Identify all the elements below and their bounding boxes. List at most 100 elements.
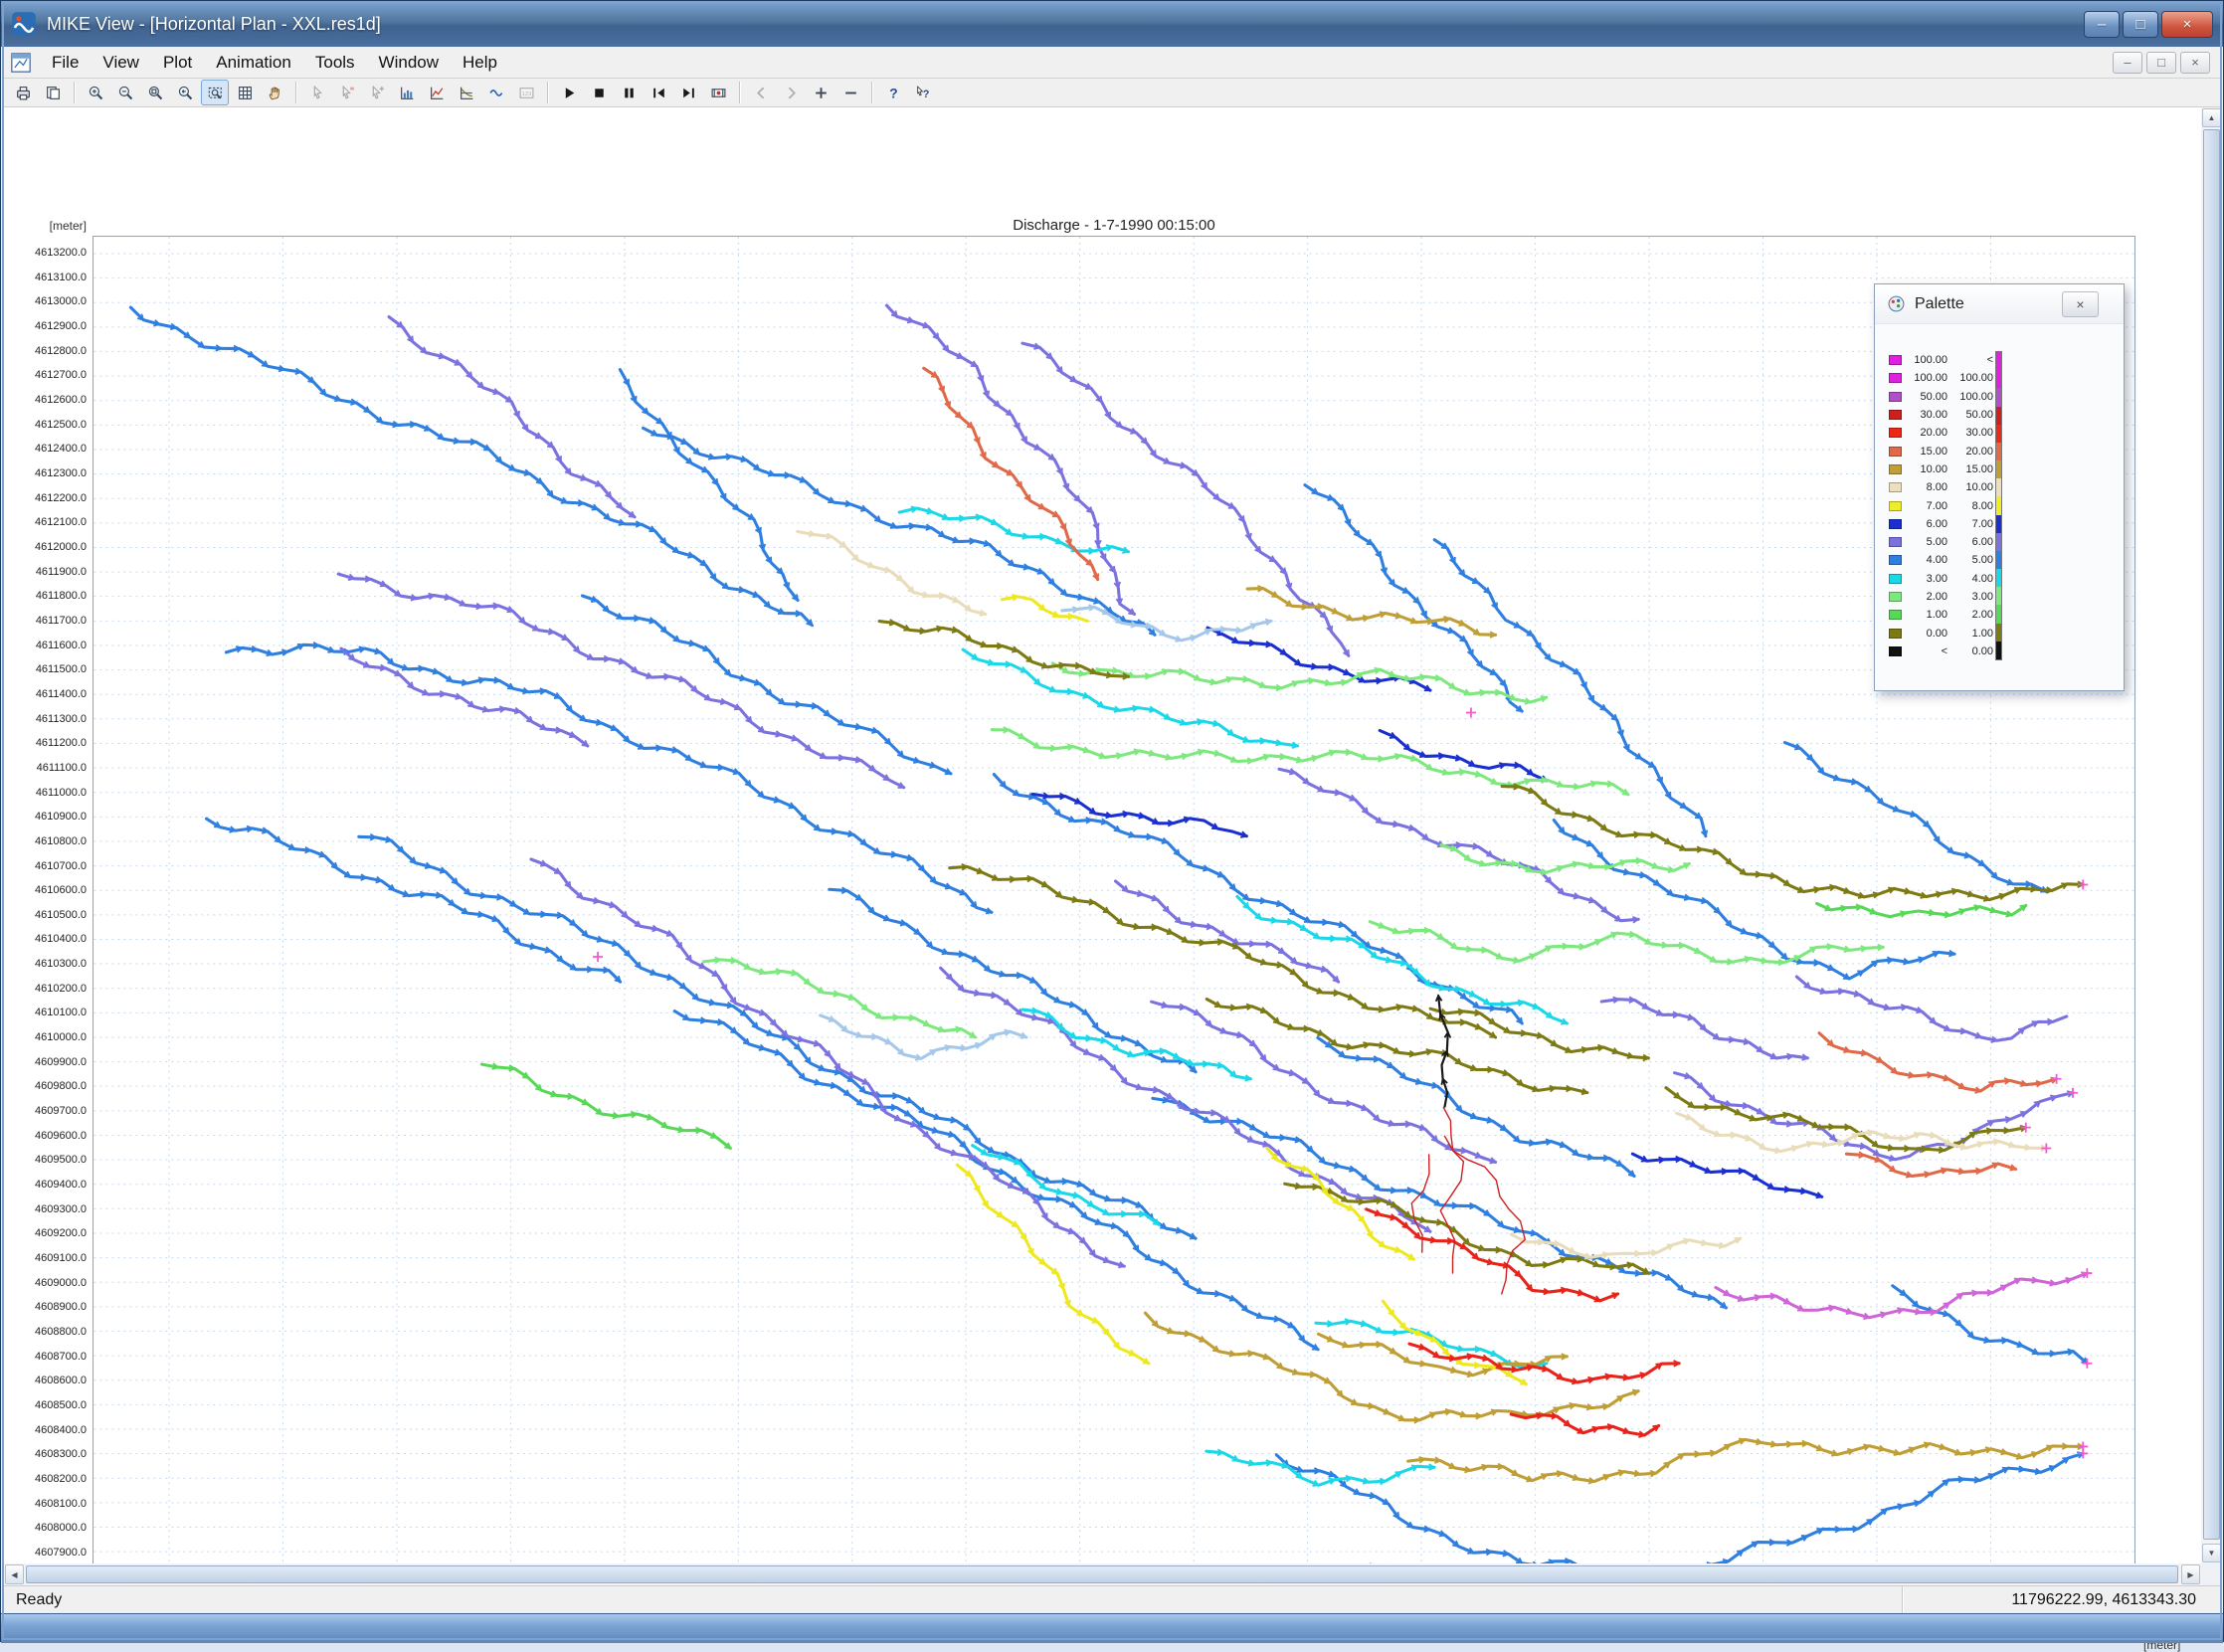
river-reach[interactable]	[1062, 607, 1271, 640]
menu-view[interactable]: View	[91, 49, 151, 77]
increase-speed-button[interactable]	[807, 80, 834, 105]
y-axis-tick-label: 4611200.0	[7, 737, 87, 749]
y-axis-tick-label: 4609700.0	[7, 1105, 87, 1117]
time-series-plot-button[interactable]	[393, 80, 421, 105]
menu-plot[interactable]: Plot	[151, 49, 204, 77]
river-reach[interactable]	[1408, 1439, 2084, 1481]
river-reach[interactable]	[620, 370, 798, 601]
context-help-button[interactable]: ?	[909, 80, 937, 105]
river-reach[interactable]	[644, 428, 1155, 635]
toolbar-separator	[295, 82, 296, 103]
river-reach[interactable]	[481, 1064, 730, 1148]
next-time-step-button[interactable]	[777, 80, 805, 105]
show-grid-button[interactable]	[231, 80, 259, 105]
scroll-left-arrow[interactable]: ◀	[5, 1564, 24, 1584]
scrollbar-corner	[2201, 1563, 2222, 1585]
horizontal-scroll-thumb[interactable]	[26, 1565, 2178, 1583]
palette-lower-value: 100.00	[1908, 354, 1947, 366]
pan-button[interactable]	[261, 80, 288, 105]
first-time-step-button[interactable]	[645, 80, 672, 105]
river-reach[interactable]	[1819, 1033, 2056, 1091]
palette-upper-value: 30.00	[1947, 427, 1993, 439]
copy-graphics-button[interactable]	[39, 80, 67, 105]
zoom-out-button[interactable]	[111, 80, 139, 105]
river-reach[interactable]	[1115, 881, 1338, 982]
animated-profile-button[interactable]	[482, 80, 510, 105]
decrease-speed-button[interactable]	[836, 80, 864, 105]
last-time-step-button[interactable]	[674, 80, 702, 105]
river-reach[interactable]	[531, 859, 1124, 1266]
print-button[interactable]	[9, 80, 37, 105]
document-window-icon[interactable]	[10, 52, 32, 74]
horizontal-scrollbar[interactable]: ◀ ▶	[4, 1563, 2201, 1585]
zoom-window-button[interactable]	[201, 80, 229, 105]
palette-close-button[interactable]: ×	[2062, 291, 2099, 317]
toolbar-separator	[547, 82, 548, 103]
help-button[interactable]: ?	[879, 80, 907, 105]
select-branch-button[interactable]	[333, 80, 361, 105]
menu-tools[interactable]: Tools	[303, 49, 367, 77]
mdi-minimize-button[interactable]: –	[2113, 52, 2142, 74]
palette-window[interactable]: Palette × 100.00<100.00100.0050.00100.00…	[1874, 283, 2125, 691]
river-reach[interactable]	[1554, 821, 1954, 979]
river-reach[interactable]	[1145, 1313, 1638, 1420]
stop-animation-button[interactable]	[585, 80, 613, 105]
window-close-button[interactable]: ×	[2161, 11, 2213, 38]
palette-legend-row: 8.0010.00	[1889, 478, 1993, 496]
scroll-down-arrow[interactable]: ▼	[2202, 1544, 2221, 1562]
window-minimize-button[interactable]: –	[2084, 11, 2120, 38]
river-reach[interactable]	[1893, 1286, 2088, 1364]
river-reach[interactable]	[1316, 1321, 1547, 1368]
river-reach[interactable]	[389, 317, 635, 517]
river-reach[interactable]	[1511, 1234, 1740, 1257]
menu-animation[interactable]: Animation	[204, 49, 303, 77]
scroll-right-arrow[interactable]: ▶	[2181, 1564, 2200, 1584]
river-reach[interactable]	[1206, 1451, 1434, 1485]
palette-swatch	[1889, 447, 1902, 457]
previous-zoom-button[interactable]	[171, 80, 199, 105]
river-reach[interactable]	[1796, 977, 2066, 1040]
select-gridpoint-button[interactable]	[303, 80, 331, 105]
river-reach[interactable]	[1434, 540, 1706, 836]
play-animation-button[interactable]	[555, 80, 583, 105]
mdi-restore-button[interactable]: □	[2146, 52, 2176, 74]
y-axis-tick-label: 4609000.0	[7, 1277, 87, 1289]
y-axis-tick-label: 4613200.0	[7, 247, 87, 259]
river-reach[interactable]	[1032, 794, 1246, 835]
river-reach[interactable]	[341, 648, 588, 746]
menu-window[interactable]: Window	[367, 49, 451, 77]
river-reach[interactable]	[1052, 663, 1546, 702]
river-reach[interactable]	[207, 819, 621, 982]
previous-time-step-button[interactable]	[747, 80, 775, 105]
menu-file[interactable]: File	[40, 49, 91, 77]
y-axis-tick-label: 4611700.0	[7, 615, 87, 627]
palette-legend-row: 5.006.00	[1889, 533, 1993, 551]
y-axis-tick-label: 4612700.0	[7, 369, 87, 381]
river-reach[interactable]	[879, 622, 1128, 677]
river-reach[interactable]	[1511, 1414, 1658, 1435]
river-reach[interactable]	[1279, 769, 1638, 920]
vertical-scroll-thumb[interactable]	[2203, 129, 2220, 1540]
window-maximize-button[interactable]: □	[2123, 11, 2158, 38]
show-result-values-button[interactable]: 123	[512, 80, 540, 105]
zoom-to-full-extent-button[interactable]	[141, 80, 169, 105]
title-bar[interactable]: MIKE View - [Horizontal Plan - XXL.res1d…	[1, 1, 2223, 47]
scroll-up-arrow[interactable]: ▲	[2202, 108, 2221, 127]
zoom-in-button[interactable]	[82, 80, 109, 105]
q-h-relation-plot-button[interactable]	[423, 80, 451, 105]
river-reach[interactable]	[338, 574, 903, 788]
river-network-map[interactable]	[93, 236, 2135, 1625]
mike-view-app-icon[interactable]	[11, 11, 37, 37]
add-selection-button[interactable]	[363, 80, 391, 105]
animation-settings-button[interactable]	[704, 80, 732, 105]
river-reach[interactable]	[1247, 589, 1495, 636]
river-reach[interactable]	[1370, 922, 1883, 963]
menu-help[interactable]: Help	[451, 49, 509, 77]
pause-animation-button[interactable]	[615, 80, 643, 105]
palette-lower-value: 0.00	[1908, 628, 1947, 640]
longitudinal-profile-button[interactable]	[453, 80, 480, 105]
palette-legend-row: 6.007.00	[1889, 515, 1993, 533]
palette-title-bar[interactable]: Palette ×	[1875, 284, 2124, 324]
vertical-scrollbar[interactable]: ▲ ▼	[2201, 107, 2222, 1563]
mdi-close-button[interactable]: ×	[2180, 52, 2210, 74]
